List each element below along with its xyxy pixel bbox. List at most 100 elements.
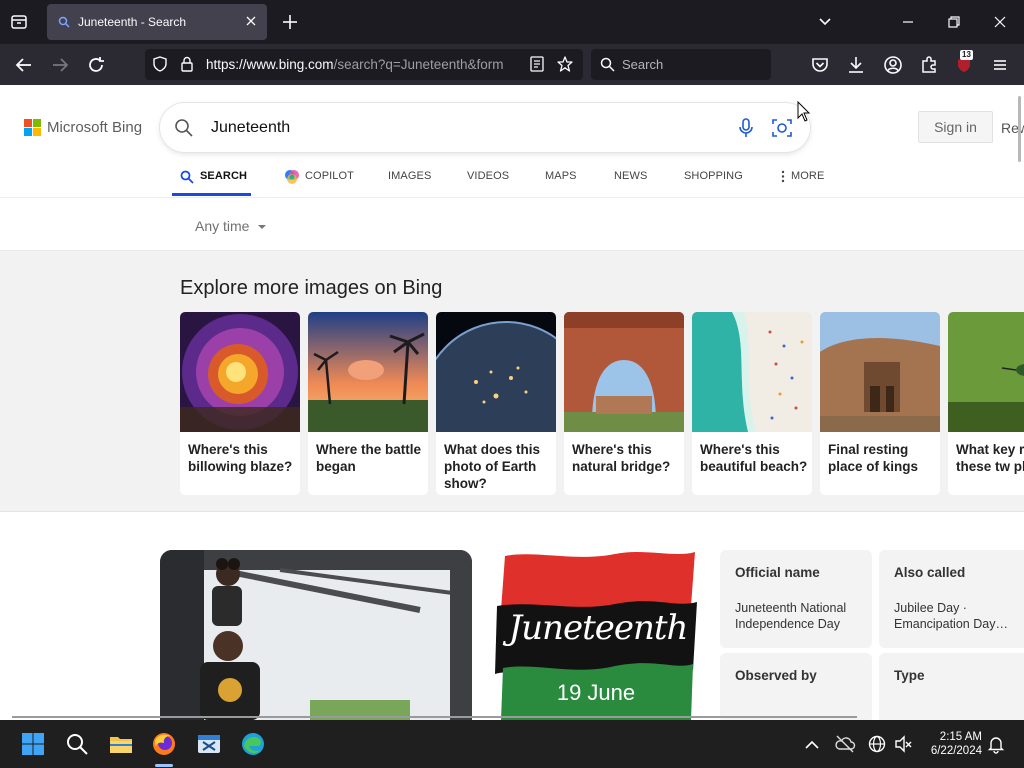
tab-search-label: SEARCH (200, 170, 248, 182)
pocket-icon[interactable] (808, 53, 832, 77)
tab-shopping[interactable]: SHOPPING (684, 170, 743, 182)
explore-card-caption: Final resting place of kings (828, 442, 919, 474)
bing-scope-tabs: SEARCH COPILOT IMAGES VIDEOS MAPS NEWS S… (0, 160, 1024, 198)
reload-icon[interactable] (84, 53, 108, 77)
firefox-icon[interactable] (151, 731, 177, 757)
list-all-tabs-chevron-down-icon[interactable] (815, 12, 835, 32)
downloads-icon[interactable] (844, 53, 868, 77)
mouse-cursor-icon (797, 101, 811, 122)
tab-news[interactable]: NEWS (614, 170, 647, 182)
firefox-view-icon[interactable] (8, 11, 30, 33)
visual-search-camera-icon[interactable] (771, 117, 793, 139)
banner-title: Juneteenth (508, 608, 689, 648)
onedrive-offline-icon[interactable] (834, 734, 856, 754)
explore-card[interactable]: Where's this natural bridge? (564, 312, 684, 495)
rock-arch-image (564, 312, 684, 432)
search-query-text[interactable]: Juneteenth (211, 119, 290, 137)
volume-muted-icon[interactable] (893, 734, 913, 754)
explore-card-caption: Where's this natural bridge? (572, 442, 671, 474)
fact-label: Observed by (735, 668, 817, 683)
browser-search-input[interactable]: Search (591, 49, 771, 80)
minimize-window-icon[interactable] (898, 12, 918, 32)
tab-maps[interactable]: MAPS (545, 170, 577, 182)
lock-icon[interactable] (178, 55, 196, 73)
active-tab-underline (172, 193, 251, 196)
hamburger-menu-icon[interactable] (988, 53, 1012, 77)
page-scrollbar-thumb[interactable] (1018, 96, 1021, 162)
logo-square-yellow (33, 128, 41, 136)
juneteenth-banner-image[interactable]: Juneteenth 19 June (495, 550, 697, 720)
explore-card[interactable]: Final resting place of kings (820, 312, 940, 495)
hummingbird-image (948, 312, 1024, 432)
active-app-indicator (155, 764, 173, 767)
windows-start-icon[interactable] (20, 731, 46, 757)
search-icon (180, 170, 194, 184)
back-arrow-icon[interactable] (12, 53, 36, 77)
fact-card-also-called[interactable]: Also called Jubilee Day · Emancipation D… (879, 550, 1024, 648)
logo-square-green (33, 119, 41, 127)
close-window-icon[interactable] (990, 12, 1010, 32)
extension-badge-count: 13 (960, 50, 973, 60)
rock-tombs-image (820, 312, 940, 432)
forward-arrow-icon[interactable] (48, 53, 72, 77)
network-globe-icon[interactable] (867, 734, 887, 754)
explore-card-caption: Where's this beautiful beach? (700, 442, 808, 474)
more-dots-icon (781, 170, 785, 183)
fact-card-observed-by[interactable]: Observed by (720, 653, 872, 723)
tab-title: Juneteenth - Search (78, 15, 187, 29)
clock-date: 6/22/2024 (930, 745, 982, 757)
new-tab-icon[interactable] (280, 12, 300, 32)
snipping-tool-icon[interactable] (196, 731, 222, 757)
screen: Juneteenth - Search https://www.bing.com… (0, 0, 1024, 768)
explore-card[interactable]: What key r do these tw play? (948, 312, 1024, 495)
browser-tab-active[interactable]: Juneteenth - Search (47, 4, 267, 40)
edge-browser-icon[interactable] (240, 731, 266, 757)
reader-view-icon[interactable] (528, 55, 546, 73)
fact-card-type[interactable]: Type (879, 653, 1024, 723)
browser-tab-strip: Juneteenth - Search (0, 0, 1024, 44)
notification-bell-icon[interactable] (986, 734, 1006, 754)
fact-card-official-name[interactable]: Official name Juneteenth National Indepe… (720, 550, 872, 648)
system-clock[interactable]: 2:15 AM 6/22/2024 (924, 730, 982, 758)
aerial-beach-image (692, 312, 812, 432)
juneteenth-family-photo[interactable] (160, 550, 472, 720)
time-filter-dropdown[interactable]: Any time (195, 218, 267, 234)
restore-window-icon[interactable] (944, 12, 964, 32)
tab-search[interactable]: SEARCH (180, 170, 247, 184)
explore-images-section: Explore more images on Bing Where's this… (0, 251, 1024, 512)
chevron-up-icon[interactable] (802, 735, 822, 755)
explore-card-caption: Where the battle began (316, 442, 422, 474)
explore-card[interactable]: Where's this billowing blaze? (180, 312, 300, 495)
fact-label: Type (894, 668, 925, 683)
close-tab-icon[interactable] (243, 13, 259, 29)
browser-toolbar: https://www.bing.com/search?q=Juneteenth… (0, 44, 1024, 85)
browser-search-placeholder: Search (622, 57, 664, 72)
account-icon[interactable] (881, 53, 905, 77)
explore-card[interactable]: Where's this beautiful beach? (692, 312, 812, 495)
explore-card-caption: What key r do these tw play? (956, 442, 1024, 474)
tab-images[interactable]: IMAGES (388, 170, 431, 182)
explore-card-caption: Where's this billowing blaze? (188, 442, 293, 474)
search-icon[interactable] (64, 731, 90, 757)
microphone-icon[interactable] (736, 117, 756, 139)
tab-videos[interactable]: VIDEOS (467, 170, 509, 182)
tracking-protection-shield-icon[interactable] (151, 55, 169, 73)
extensions-puzzle-icon[interactable] (917, 53, 941, 77)
horizontal-scrollbar[interactable] (12, 716, 857, 718)
file-explorer-icon[interactable] (108, 731, 134, 757)
fact-value: Juneteenth National Independence Day (735, 601, 847, 631)
search-icon[interactable] (174, 118, 194, 138)
bookmark-star-icon[interactable] (556, 55, 574, 73)
caret-down-icon (258, 225, 267, 229)
search-icon (600, 57, 615, 72)
address-bar[interactable]: https://www.bing.com/search?q=Juneteenth… (145, 49, 583, 80)
bing-search-box[interactable]: Juneteenth (160, 103, 810, 152)
explore-card[interactable]: What does this photo of Earth show? (436, 312, 556, 495)
tab-more[interactable]: MORE (780, 170, 824, 183)
url-text[interactable]: https://www.bing.com/search?q=Juneteenth… (206, 57, 504, 72)
sign-in-button[interactable]: Sign in (918, 111, 993, 143)
clock-time: 2:15 AM (939, 731, 982, 743)
microsoft-bing-logo[interactable]: Microsoft Bing (24, 118, 144, 138)
tab-copilot[interactable]: COPILOT (284, 170, 354, 184)
explore-card[interactable]: Where the battle began (308, 312, 428, 495)
